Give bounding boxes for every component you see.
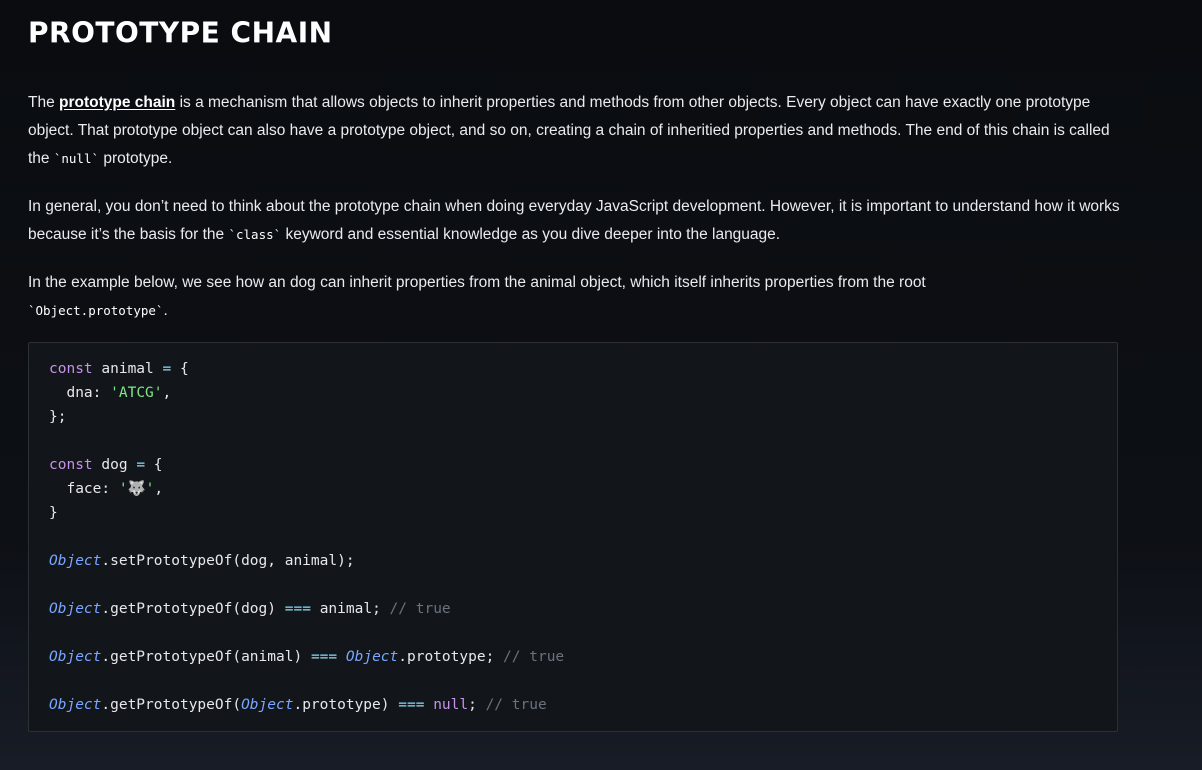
- example-paragraph: In the example below, we see how an dog …: [28, 269, 1120, 325]
- intro-paragraph: The prototype chain is a mechanism that …: [28, 89, 1120, 173]
- page-title: PROTOTYPE CHAIN: [28, 15, 333, 50]
- code-line: Object.setPrototypeOf(dog, animal);: [49, 553, 355, 569]
- inline-code-class: `class`: [228, 227, 282, 242]
- code-line: const dog = {: [49, 457, 163, 473]
- text: .: [163, 302, 168, 319]
- text: keyword and essential knowledge as you d…: [281, 226, 781, 243]
- code-line: dna: 'ATCG',: [66, 385, 172, 401]
- code-line: Object.getPrototypeOf(animal) === Object…: [49, 649, 565, 665]
- code-block[interactable]: const animal = { dna: 'ATCG',}; const dog…: [28, 342, 1118, 732]
- text: The: [28, 94, 60, 111]
- inline-code-object-prototype: `Object.prototype`: [28, 303, 164, 318]
- code-line: const animal = {: [49, 361, 189, 377]
- code-line: Object.getPrototypeOf(Object.prototype) …: [49, 697, 547, 713]
- code-line: Object.getPrototypeOf(dog) === animal; /…: [49, 601, 451, 617]
- article-content: PROTOTYPE CHAIN The prototype chain is a…: [28, 0, 1120, 325]
- general-paragraph: In general, you don’t need to think abou…: [28, 193, 1120, 249]
- code-line: face: '🐺',: [66, 481, 164, 497]
- text: In the example below, we see how an dog …: [28, 274, 926, 291]
- prototype-chain-link[interactable]: prototype chain: [59, 94, 175, 111]
- text: prototype.: [99, 150, 173, 167]
- inline-code-null: `null`: [53, 151, 100, 166]
- code-content: const animal = { dna: 'ATCG',}; const dog…: [29, 343, 1117, 717]
- text: is a mechanism that allows objects to in…: [28, 94, 1110, 167]
- code-line: };: [49, 409, 67, 425]
- code-line: }: [49, 505, 58, 521]
